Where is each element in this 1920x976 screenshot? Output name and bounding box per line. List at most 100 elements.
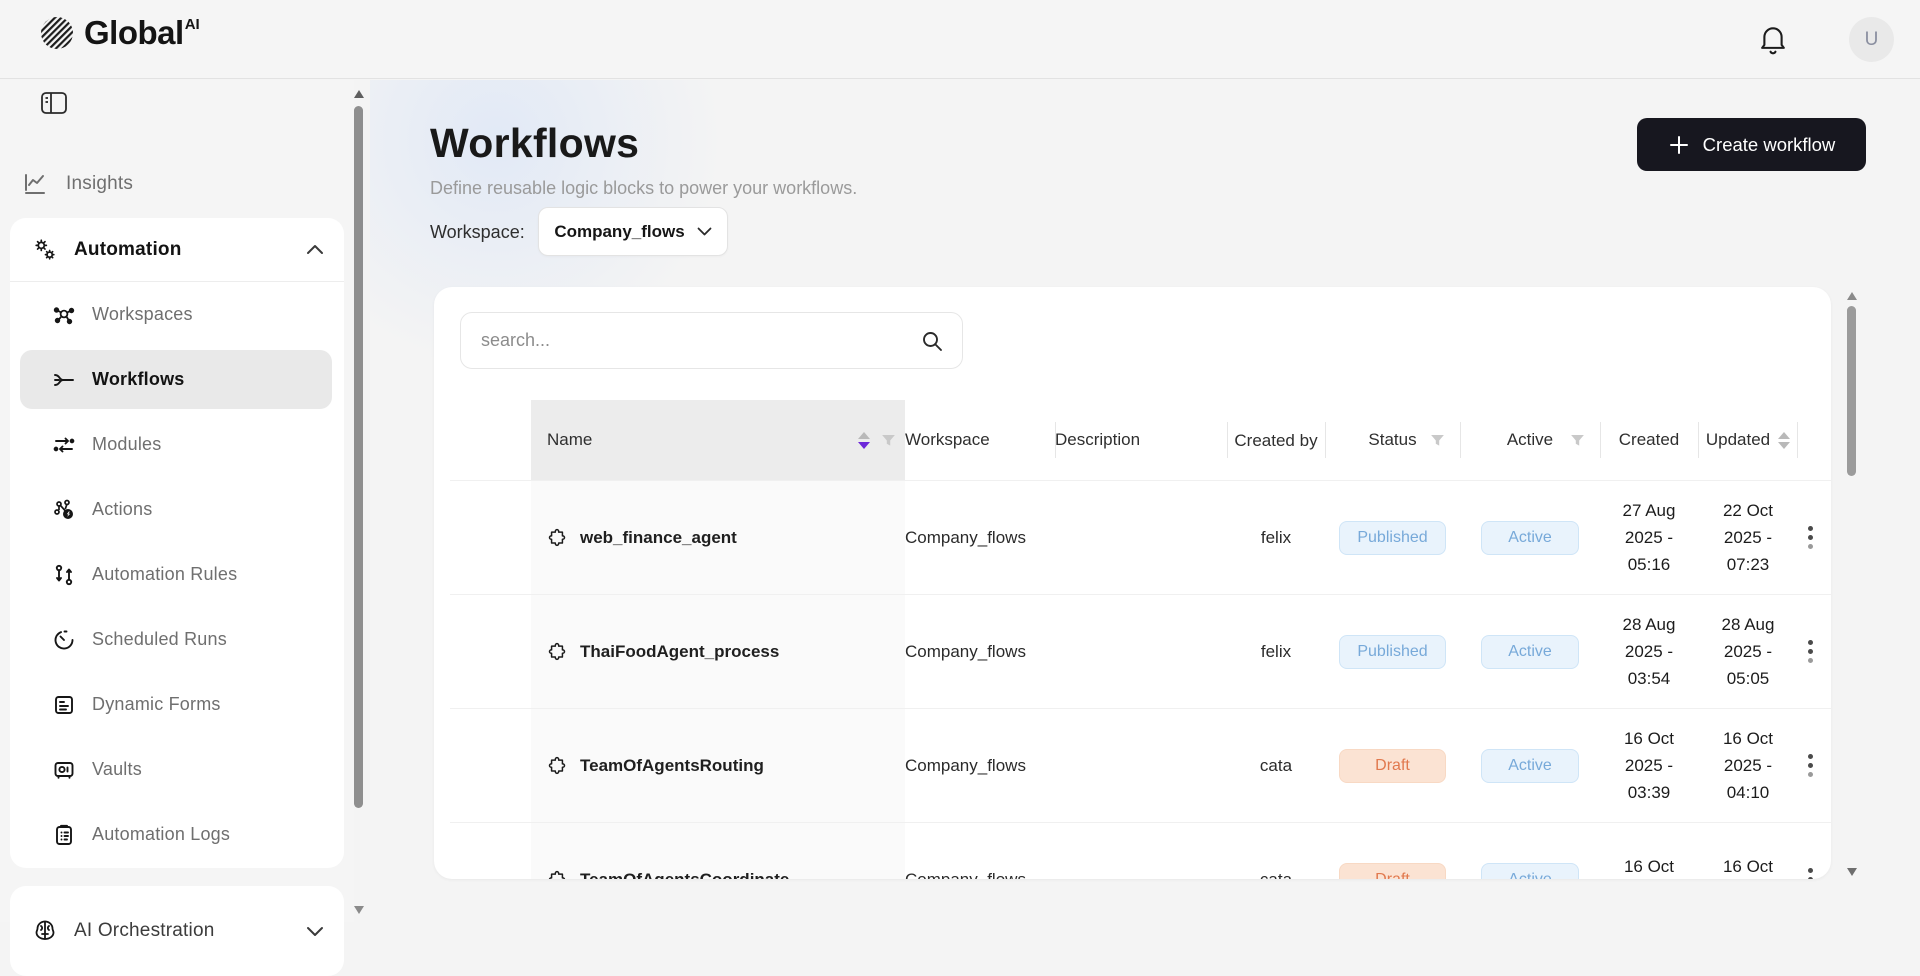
sidebar-item-label: Workflows xyxy=(92,369,184,390)
row-spacer xyxy=(450,595,531,708)
sort-icon[interactable] xyxy=(1778,432,1790,449)
status-badge: Draft xyxy=(1339,749,1446,783)
filter-icon[interactable] xyxy=(880,432,897,449)
vaults-icon xyxy=(52,758,76,782)
row-spacer xyxy=(450,481,531,594)
status-badge: Published xyxy=(1339,521,1446,555)
sidebar-item-label: AI Orchestration xyxy=(74,920,290,942)
table-row[interactable]: TeamOfAgentsRouting Company_flows cata D… xyxy=(450,708,1831,822)
search-icon[interactable] xyxy=(920,329,944,353)
user-avatar[interactable]: U xyxy=(1849,17,1894,62)
updated-date: 16 Oct 2025 - 04:10 xyxy=(1705,725,1791,806)
scrollbar-thumb[interactable] xyxy=(1847,306,1856,476)
notifications-bell-icon[interactable] xyxy=(1758,24,1788,56)
automation-logs-icon xyxy=(52,823,76,847)
automation-menu-card: Automation Workspaces Workflows xyxy=(10,218,344,868)
header-description[interactable]: Description xyxy=(1055,400,1227,480)
workspace-cell: Company_flows xyxy=(905,823,1055,879)
sidebar-item-ai-orchestration[interactable]: AI Orchestration xyxy=(10,886,344,976)
sidebar-item-workflows[interactable]: Workflows xyxy=(10,347,344,412)
search-box xyxy=(460,312,963,369)
insights-icon xyxy=(22,171,48,197)
dynamic-forms-icon xyxy=(52,693,76,717)
sidebar-item-automation-logs[interactable]: Automation Logs xyxy=(10,802,344,867)
sidebar-item-insights[interactable]: Insights xyxy=(22,162,332,206)
workflow-name-cell[interactable]: TeamOfAgentsCoordinate xyxy=(531,823,905,879)
create-workflow-button[interactable]: Create workflow xyxy=(1637,118,1866,171)
filter-icon[interactable] xyxy=(1569,432,1586,449)
sidebar-item-label: Modules xyxy=(92,434,161,455)
chevron-down-icon xyxy=(697,227,712,236)
table-row[interactable]: ThaiFoodAgent_process Company_flows feli… xyxy=(450,594,1831,708)
header-label: Created by xyxy=(1234,429,1317,452)
row-actions-kebab-icon[interactable] xyxy=(1808,640,1813,663)
scroll-down-icon[interactable] xyxy=(353,904,365,916)
scheduled-runs-icon xyxy=(52,628,76,652)
brand-globe-icon xyxy=(38,14,76,52)
row-actions-kebab-icon[interactable] xyxy=(1808,868,1813,879)
scroll-up-icon[interactable] xyxy=(1846,290,1858,302)
workspace-select-value: Company_flows xyxy=(554,222,684,242)
sidebar-item-vaults[interactable]: Vaults xyxy=(10,737,344,802)
header-created[interactable]: Created xyxy=(1600,400,1698,480)
page-subtitle: Define reusable logic blocks to power yo… xyxy=(430,178,857,199)
workflow-name: TeamOfAgentsCoordinate xyxy=(580,870,789,880)
puzzle-icon xyxy=(547,642,567,662)
sidebar-item-automation-rules[interactable]: Automation Rules xyxy=(10,542,344,607)
table-row[interactable]: TeamOfAgentsCoordinate Company_flows cat… xyxy=(450,822,1831,879)
workspace-select[interactable]: Company_flows xyxy=(538,207,728,256)
workflow-name-cell[interactable]: web_finance_agent xyxy=(531,481,905,594)
chevron-up-icon xyxy=(306,244,324,255)
scroll-down-icon[interactable] xyxy=(1846,866,1858,878)
sidebar-item-label: Scheduled Runs xyxy=(92,629,227,650)
table-row[interactable]: web_finance_agent Company_flows felix Pu… xyxy=(450,480,1831,594)
sidebar-item-automation[interactable]: Automation xyxy=(10,218,344,282)
header-updated[interactable]: Updated xyxy=(1698,400,1798,480)
actions-icon xyxy=(52,498,76,522)
workflow-name-cell[interactable]: TeamOfAgentsRouting xyxy=(531,709,905,822)
content-scrollbar[interactable] xyxy=(1845,288,1859,880)
header-label: Active xyxy=(1507,430,1553,450)
workspace-cell: Company_flows xyxy=(905,709,1055,822)
header-status[interactable]: Status xyxy=(1325,400,1460,480)
app-header: GlobalAI U xyxy=(0,0,1920,79)
header-label: Workspace xyxy=(905,430,990,450)
header-created-by[interactable]: Created by xyxy=(1227,400,1325,480)
created-by-cell: felix xyxy=(1227,481,1325,594)
sidebar-item-actions[interactable]: Actions xyxy=(10,477,344,542)
header-label: Name xyxy=(547,430,592,450)
table-body: web_finance_agent Company_flows felix Pu… xyxy=(450,480,1831,879)
brand-name: Global xyxy=(84,14,184,51)
row-actions-kebab-icon[interactable] xyxy=(1808,754,1813,777)
sidebar-item-label: Automation Rules xyxy=(92,564,237,585)
scrollbar-thumb[interactable] xyxy=(354,106,363,808)
header-spacer xyxy=(450,400,531,480)
puzzle-icon xyxy=(547,756,567,776)
updated-date: 16 Oct 2025 - xyxy=(1705,853,1791,880)
search-input[interactable] xyxy=(481,330,920,351)
sidebar-item-modules[interactable]: Modules xyxy=(10,412,344,477)
row-actions-kebab-icon[interactable] xyxy=(1808,526,1813,549)
sidebar-item-scheduled-runs[interactable]: Scheduled Runs xyxy=(10,607,344,672)
header-workspace[interactable]: Workspace xyxy=(905,400,1055,480)
header-active[interactable]: Active xyxy=(1460,400,1600,480)
filter-icon[interactable] xyxy=(1429,432,1446,449)
description-cell xyxy=(1055,595,1227,708)
sidebar: Insights Automation xyxy=(0,80,354,922)
description-cell xyxy=(1055,823,1227,879)
active-badge: Active xyxy=(1481,521,1579,555)
header-name[interactable]: Name xyxy=(531,400,905,480)
workflow-name-cell[interactable]: ThaiFoodAgent_process xyxy=(531,595,905,708)
workflow-name: web_finance_agent xyxy=(580,528,737,548)
created-date: 16 Oct 2025 - xyxy=(1606,853,1692,880)
sort-icon[interactable] xyxy=(858,432,870,449)
sidebar-item-workspaces[interactable]: Workspaces xyxy=(10,282,344,347)
sidebar-scrollbar[interactable] xyxy=(352,86,366,922)
puzzle-icon xyxy=(547,870,567,880)
sidebar-collapse-icon[interactable] xyxy=(40,90,68,116)
created-date: 28 Aug 2025 - 03:54 xyxy=(1606,611,1692,692)
description-cell xyxy=(1055,709,1227,822)
scroll-up-icon[interactable] xyxy=(353,88,365,100)
puzzle-icon xyxy=(547,528,567,548)
sidebar-item-dynamic-forms[interactable]: Dynamic Forms xyxy=(10,672,344,737)
